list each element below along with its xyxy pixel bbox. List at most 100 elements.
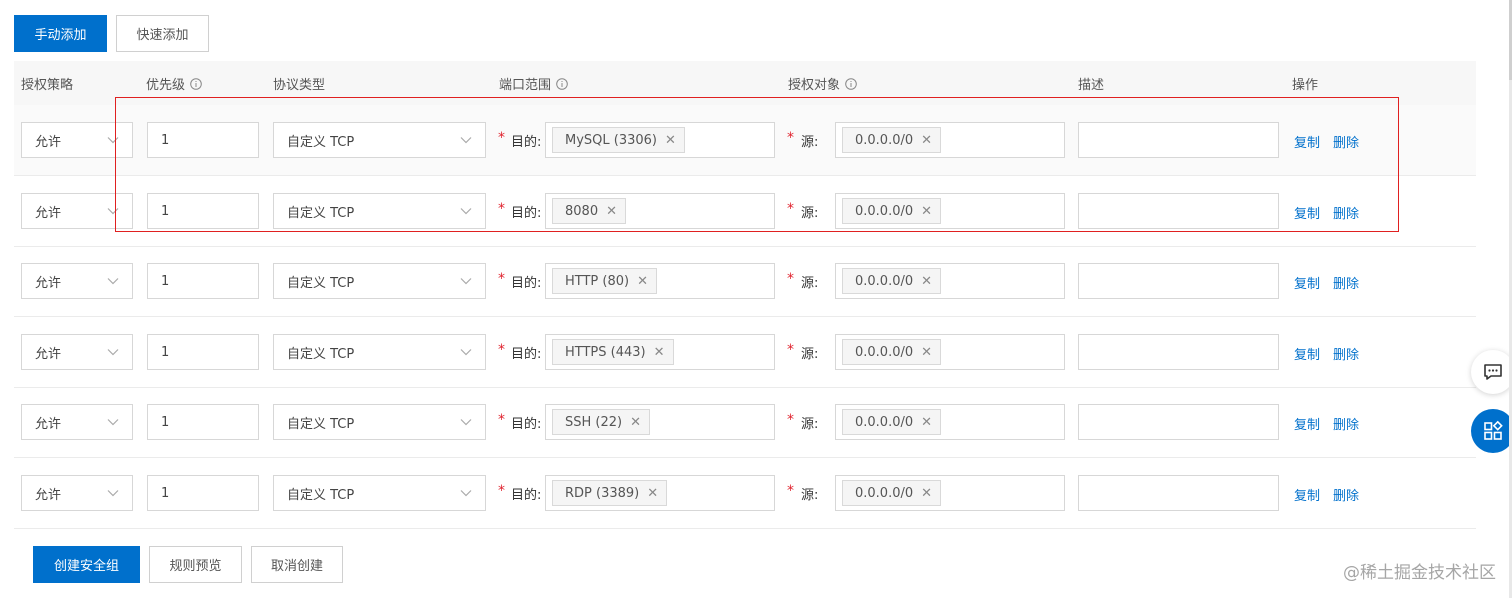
source-tag: 0.0.0.0/0 ✕ xyxy=(842,339,942,365)
protocol-select[interactable]: 自定义 TCP xyxy=(273,404,486,440)
policy-value: 允许 xyxy=(35,416,62,432)
policy-value: 允许 xyxy=(35,487,62,503)
chevron-down-icon xyxy=(106,345,120,359)
source-tag: 0.0.0.0/0 ✕ xyxy=(842,268,942,294)
table-row: 允许 1 自定义 TCP * 目的: RDP (3389) ✕ * 源: 0.0… xyxy=(14,458,1476,529)
auth-object-field[interactable]: 0.0.0.0/0 ✕ xyxy=(835,263,1065,299)
highlight-box xyxy=(115,97,1399,232)
header-priority: 优先级 xyxy=(146,74,202,93)
required-icon: * xyxy=(787,342,794,358)
close-icon[interactable]: ✕ xyxy=(630,415,641,430)
protocol-value: 自定义 TCP xyxy=(287,487,355,503)
port-tag: SSH (22) ✕ xyxy=(552,409,651,435)
manual-add-button[interactable]: 手动添加 xyxy=(14,15,107,52)
priority-input[interactable]: 1 xyxy=(147,263,259,299)
port-tag-label: HTTP (80) xyxy=(565,273,630,289)
header-port-range: 端口范围 xyxy=(499,74,568,93)
priority-input[interactable]: 1 xyxy=(147,475,259,511)
protocol-select[interactable]: 自定义 TCP xyxy=(273,475,486,511)
port-range-field[interactable]: RDP (3389) ✕ xyxy=(545,475,775,511)
protocol-value: 自定义 TCP xyxy=(287,275,355,291)
port-range-field[interactable]: HTTPS (443) ✕ xyxy=(545,334,775,370)
copy-link[interactable]: 复制 xyxy=(1294,273,1320,292)
info-icon[interactable] xyxy=(190,77,202,90)
chat-button[interactable] xyxy=(1471,350,1512,394)
quick-add-button[interactable]: 快速添加 xyxy=(116,15,209,52)
description-input[interactable] xyxy=(1078,404,1279,440)
rule-preview-button[interactable]: 规则预览 xyxy=(149,546,242,583)
policy-select[interactable]: 允许 xyxy=(21,404,133,440)
delete-link[interactable]: 删除 xyxy=(1333,273,1359,292)
auth-object-field[interactable]: 0.0.0.0/0 ✕ xyxy=(835,334,1065,370)
port-range-field[interactable]: SSH (22) ✕ xyxy=(545,404,775,440)
delete-link[interactable]: 删除 xyxy=(1333,414,1359,433)
header-protocol: 协议类型 xyxy=(273,78,326,93)
protocol-select[interactable]: 自定义 TCP xyxy=(273,263,486,299)
required-icon: * xyxy=(787,483,794,499)
header-auth-object: 授权对象 xyxy=(788,74,857,93)
priority-value: 1 xyxy=(161,414,170,430)
chevron-down-icon xyxy=(106,274,120,288)
header-actions: 操作 xyxy=(1292,78,1319,93)
source-tag: 0.0.0.0/0 ✕ xyxy=(842,409,942,435)
policy-value: 允许 xyxy=(35,346,62,362)
delete-link[interactable]: 删除 xyxy=(1333,344,1359,363)
source-label: 源: xyxy=(801,417,819,432)
policy-select[interactable]: 允许 xyxy=(21,475,133,511)
apps-button[interactable] xyxy=(1471,409,1512,453)
protocol-select[interactable]: 自定义 TCP xyxy=(273,334,486,370)
port-tag-label: HTTPS (443) xyxy=(565,344,646,360)
description-input[interactable] xyxy=(1078,334,1279,370)
close-icon[interactable]: ✕ xyxy=(921,274,932,289)
close-icon[interactable]: ✕ xyxy=(654,345,665,360)
policy-select[interactable]: 允许 xyxy=(21,263,133,299)
chevron-down-icon xyxy=(459,274,473,288)
source-tag-label: 0.0.0.0/0 xyxy=(855,344,914,360)
dest-label: 目的: xyxy=(511,276,542,291)
port-tag-label: RDP (3389) xyxy=(565,485,640,501)
create-security-group-button[interactable]: 创建安全组 xyxy=(33,546,140,583)
delete-link[interactable]: 删除 xyxy=(1333,485,1359,504)
port-tag: RDP (3389) ✕ xyxy=(552,480,668,506)
dest-label: 目的: xyxy=(511,347,542,362)
copy-link[interactable]: 复制 xyxy=(1294,485,1320,504)
priority-value: 1 xyxy=(161,344,170,360)
close-icon[interactable]: ✕ xyxy=(921,415,932,430)
copy-link[interactable]: 复制 xyxy=(1294,414,1320,433)
info-icon[interactable] xyxy=(845,77,857,90)
dest-label: 目的: xyxy=(511,417,542,432)
close-icon[interactable]: ✕ xyxy=(921,345,932,360)
close-icon[interactable]: ✕ xyxy=(921,486,932,501)
source-tag: 0.0.0.0/0 ✕ xyxy=(842,480,942,506)
source-tag-label: 0.0.0.0/0 xyxy=(855,485,914,501)
port-tag-label: SSH (22) xyxy=(565,414,623,430)
priority-value: 1 xyxy=(161,485,170,501)
policy-select[interactable]: 允许 xyxy=(21,334,133,370)
copy-link[interactable]: 复制 xyxy=(1294,344,1320,363)
required-icon: * xyxy=(498,412,505,428)
auth-object-field[interactable]: 0.0.0.0/0 ✕ xyxy=(835,404,1065,440)
priority-value: 1 xyxy=(161,273,170,289)
close-icon[interactable]: ✕ xyxy=(647,486,658,501)
chevron-down-icon xyxy=(459,415,473,429)
cancel-create-button[interactable]: 取消创建 xyxy=(251,546,343,583)
close-icon[interactable]: ✕ xyxy=(637,274,648,289)
port-range-field[interactable]: HTTP (80) ✕ xyxy=(545,263,775,299)
required-icon: * xyxy=(498,483,505,499)
protocol-value: 自定义 TCP xyxy=(287,346,355,362)
auth-object-field[interactable]: 0.0.0.0/0 ✕ xyxy=(835,475,1065,511)
priority-input[interactable]: 1 xyxy=(147,334,259,370)
required-icon: * xyxy=(787,271,794,287)
info-icon[interactable] xyxy=(556,77,568,90)
description-input[interactable] xyxy=(1078,263,1279,299)
table-row: 允许 1 自定义 TCP * 目的: SSH (22) ✕ * 源: 0.0.0… xyxy=(14,387,1476,458)
source-label: 源: xyxy=(801,276,819,291)
required-icon: * xyxy=(787,412,794,428)
policy-value: 允许 xyxy=(35,205,62,221)
chevron-down-icon xyxy=(106,415,120,429)
priority-input[interactable]: 1 xyxy=(147,404,259,440)
required-icon: * xyxy=(498,342,505,358)
apps-icon xyxy=(1484,420,1503,440)
chevron-down-icon xyxy=(459,345,473,359)
description-input[interactable] xyxy=(1078,475,1279,511)
